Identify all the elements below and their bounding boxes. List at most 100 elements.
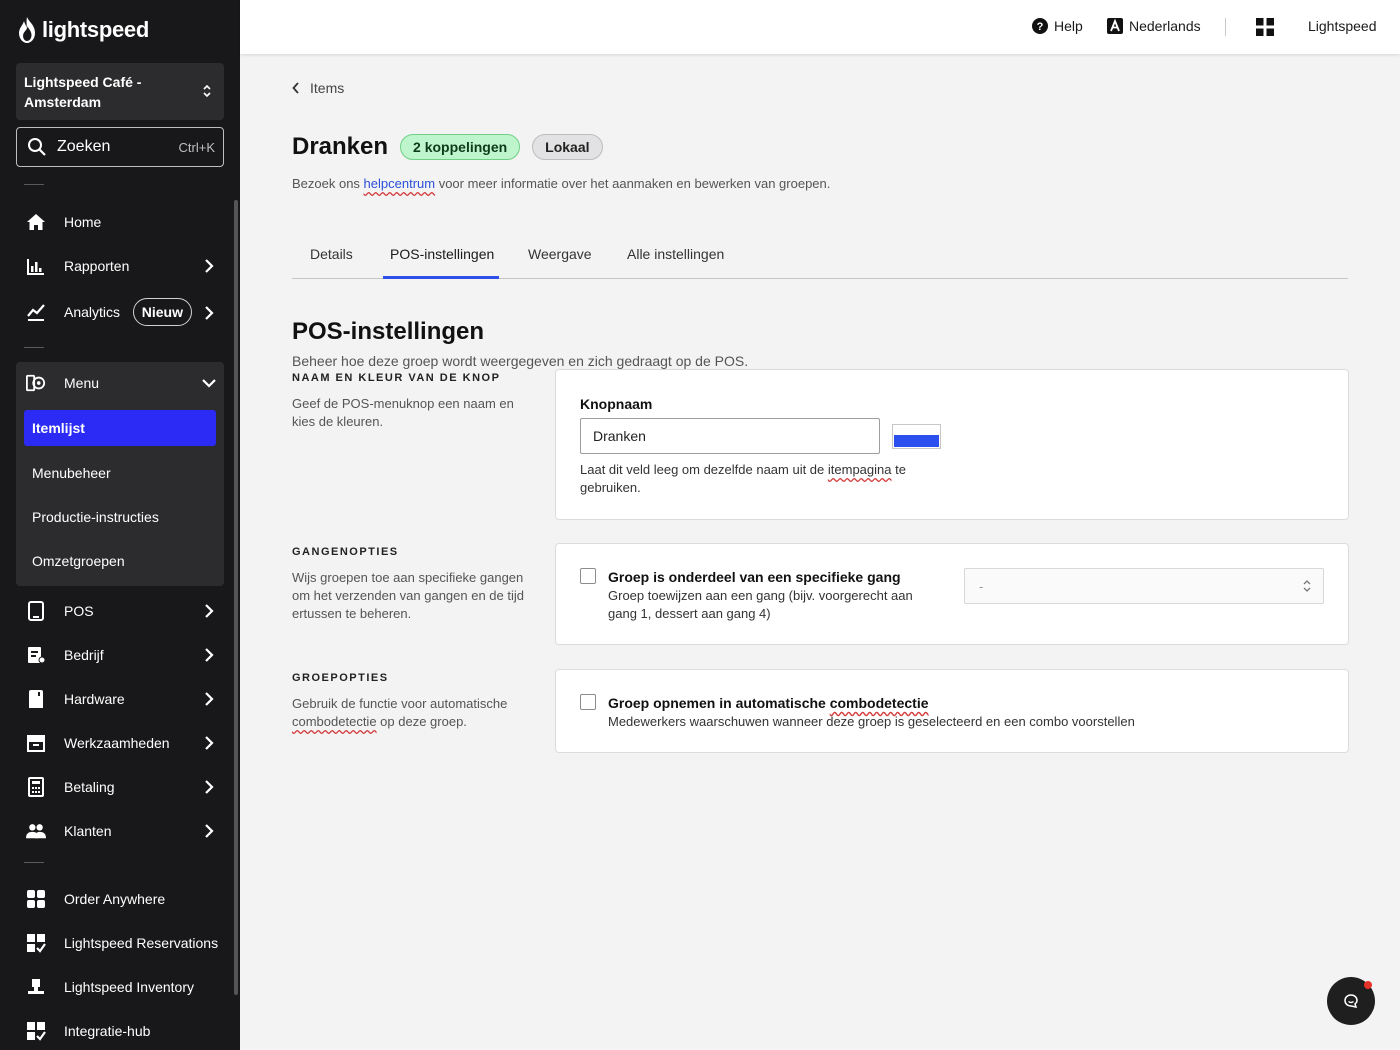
business-icon — [26, 645, 46, 665]
local-badge: Lokaal — [532, 134, 603, 160]
group-options-card: Groep opnemen in automatische combodetec… — [555, 669, 1349, 753]
sidebar-item-label: Lightspeed Reservations — [64, 935, 219, 951]
hint-text: Laat dit veld leeg om dezelfde naam uit … — [580, 462, 828, 477]
tab-weergave[interactable]: Weergave — [528, 246, 592, 262]
language-icon — [1107, 18, 1123, 34]
sidebar-item-klanten[interactable]: Klanten — [16, 809, 224, 853]
sidebar-item-analytics[interactable]: Analytics Nieuw — [16, 290, 224, 334]
sidebar-item-order-anywhere[interactable]: Order Anywhere — [16, 877, 224, 921]
account-menu[interactable]: Lightspeed — [1308, 18, 1377, 34]
page-title: Dranken — [292, 133, 389, 160]
flame-icon — [19, 17, 35, 43]
language-selector[interactable]: Nederlands — [1107, 18, 1201, 34]
location-selector[interactable]: Lightspeed Café - Amsterdam — [16, 63, 224, 120]
sidebar-item-reservations[interactable]: Lightspeed Reservations — [16, 921, 224, 965]
sidebar-item-label: Menu — [64, 375, 100, 391]
button-section-heading: NAAM EN KLEUR VAN DE KNOP — [292, 372, 501, 384]
sidebar: lightspeed Lightspeed Café - Amsterdam Z… — [0, 0, 240, 1050]
button-name-input[interactable] — [580, 418, 880, 454]
tablet-icon — [26, 601, 46, 621]
chevron-right-icon — [205, 736, 214, 750]
topbar-divider — [1225, 18, 1226, 36]
help-icon: ? — [1032, 18, 1048, 34]
helpcenter-link[interactable]: helpcentrum — [364, 176, 436, 191]
hardware-icon — [26, 689, 46, 709]
chevron-right-icon — [205, 824, 214, 838]
chat-icon — [1344, 994, 1358, 1008]
trend-icon — [26, 302, 46, 322]
account-label: Lightspeed — [1308, 18, 1377, 34]
courses-description: Wijs groepen toe aan specifieke gangen o… — [292, 570, 525, 621]
sidebar-item-inventory[interactable]: Lightspeed Inventory — [16, 965, 224, 1009]
apps-button[interactable] — [1256, 18, 1274, 36]
help-link[interactable]: ? Help — [1032, 18, 1083, 34]
course-select[interactable]: - — [964, 568, 1324, 604]
sidebar-search[interactable]: Zoeken Ctrl+K — [16, 127, 224, 167]
combo-checkbox[interactable] — [580, 694, 596, 710]
customers-icon — [26, 821, 46, 841]
language-label: Nederlands — [1129, 18, 1201, 34]
links-badge[interactable]: 2 koppelingen — [400, 134, 521, 160]
sidebar-item-hardware[interactable]: Hardware — [16, 677, 224, 721]
tab-pos-instellingen[interactable]: POS-instellingen — [390, 246, 494, 262]
combo-checkbox-description: Medewerkers waarschuwen wanneer deze gro… — [608, 714, 1135, 729]
notification-dot — [1364, 981, 1372, 989]
lightspeed-logo[interactable]: lightspeed — [16, 16, 149, 44]
tab-details[interactable]: Details — [310, 246, 353, 262]
sidebar-item-menu[interactable]: Menu — [16, 361, 224, 405]
home-icon — [26, 212, 46, 232]
sidebar-item-label: Betaling — [64, 779, 115, 795]
search-icon — [28, 138, 46, 156]
apps-grid-icon — [1256, 18, 1274, 36]
sidebar-item-home[interactable]: Home — [16, 200, 224, 244]
sidebar-subitem-menubeheer[interactable]: Menubeheer — [24, 455, 216, 491]
tab-bar: Details POS-instellingen Weergave Alle i… — [292, 236, 1348, 279]
logo-text: lightspeed — [42, 17, 150, 42]
inventory-icon — [26, 977, 46, 997]
itempagina-link[interactable]: itempagina — [828, 462, 892, 477]
courses-card: Groep is onderdeel van een specifieke ga… — [555, 543, 1349, 645]
button-color-picker[interactable] — [892, 424, 941, 449]
topbar: ? Help Nederlands Lightspeed — [240, 0, 1400, 54]
reservations-icon — [26, 933, 46, 953]
chevron-right-icon — [205, 604, 214, 618]
back-link[interactable]: Items — [292, 80, 344, 96]
courses-heading: GANGENOPTIES — [292, 546, 399, 558]
sidebar-subitem-omzetgroepen[interactable]: Omzetgroepen — [24, 543, 216, 579]
sidebar-subitem-itemlijst[interactable]: Itemlijst — [24, 410, 216, 446]
chevron-right-icon — [205, 648, 214, 662]
title-row: Dranken 2 koppelingen Lokaal — [292, 133, 603, 161]
sidebar-item-label: Klanten — [64, 823, 112, 839]
sidebar-scrollbar[interactable] — [234, 200, 238, 995]
chevron-left-icon — [292, 82, 299, 94]
sidebar-item-rapporten[interactable]: Rapporten — [16, 244, 224, 288]
svg-text:?: ? — [1037, 21, 1044, 33]
sidebar-subitem-productie-instructies[interactable]: Productie-instructies — [24, 499, 216, 535]
chevron-right-icon — [205, 780, 214, 794]
order-icon — [26, 889, 46, 909]
sidebar-item-label: Integratie-hub — [64, 1023, 151, 1039]
search-label: Zoeken — [57, 138, 111, 155]
sidebar-item-integratie-hub[interactable]: Integratie-hub — [16, 1009, 224, 1050]
course-checkbox-description: Groep toewijzen aan een gang (bijv. voor… — [608, 588, 913, 621]
button-name-hint: Laat dit veld leeg om dezelfde naam uit … — [580, 461, 940, 497]
sidebar-item-betaling[interactable]: Betaling — [16, 765, 224, 809]
sidebar-item-label: POS — [64, 603, 94, 619]
desc-text: op deze groep. — [376, 714, 467, 729]
sidebar-item-pos[interactable]: POS — [16, 589, 224, 633]
sidebar-item-label: Werkzaamheden — [64, 735, 170, 751]
tab-alle-instellingen[interactable]: Alle instellingen — [627, 246, 724, 262]
sidebar-item-label: Order Anywhere — [64, 891, 166, 907]
sidebar-divider — [24, 347, 44, 348]
help-label: Help — [1054, 18, 1083, 34]
chevron-right-icon — [205, 692, 214, 706]
course-checkbox[interactable] — [580, 568, 596, 584]
chat-button[interactable] — [1327, 977, 1375, 1025]
location-name: Lightspeed Café - Amsterdam — [24, 74, 142, 110]
updown-chevron-icon — [203, 84, 211, 98]
sidebar-item-werkzaamheden[interactable]: Werkzaamheden — [16, 721, 224, 765]
sidebar-item-bedrijf[interactable]: Bedrijf — [16, 633, 224, 677]
subtitle-text: Bezoek ons — [292, 176, 364, 191]
updown-chevron-icon — [1303, 580, 1311, 592]
subtitle-text: voor meer informatie over het aanmaken e… — [435, 176, 831, 191]
